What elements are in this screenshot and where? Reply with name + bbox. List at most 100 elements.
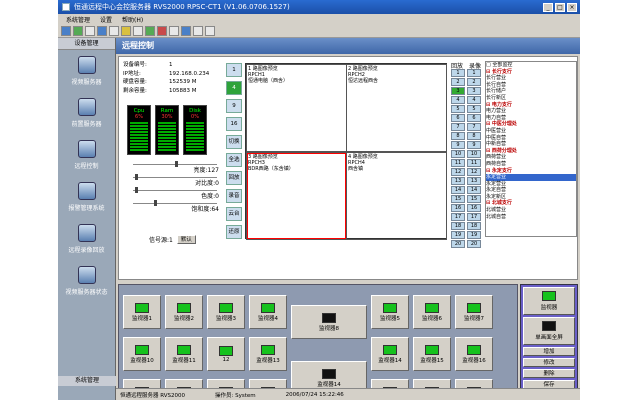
- add-button[interactable]: 增加: [523, 347, 575, 356]
- hue-slider[interactable]: 色度:0: [123, 187, 223, 200]
- playback-item[interactable]: 15: [451, 195, 465, 203]
- record-item[interactable]: 1: [467, 69, 481, 77]
- sidebar-item-remote-control[interactable]: 远程控制: [58, 134, 115, 176]
- playback-item[interactable]: 13: [451, 177, 465, 185]
- tree-node[interactable]: 西荷营业: [486, 154, 576, 161]
- default-button[interactable]: 默认: [176, 235, 196, 244]
- menu-help[interactable]: 帮助(H): [122, 15, 143, 24]
- toolbar-lock-icon[interactable]: [193, 25, 203, 36]
- record-item[interactable]: 7: [467, 123, 481, 131]
- toolbar-alarm-icon[interactable]: [121, 25, 131, 36]
- layout-button[interactable]: 录音: [226, 189, 242, 203]
- single-fullscreen-button[interactable]: 单画面全屏: [523, 317, 575, 345]
- video-quadrant[interactable]: 3 路图像预览 RPCH3 BDR西路（东含镇）: [246, 152, 347, 240]
- record-item[interactable]: 11: [467, 159, 481, 167]
- toolbar-save-icon[interactable]: [85, 25, 95, 36]
- tree-node[interactable]: ⊟ 中医分理处: [486, 121, 576, 128]
- toolbar-print-icon[interactable]: [109, 25, 119, 36]
- layout-button[interactable]: 9: [226, 99, 242, 113]
- tree-node[interactable]: 中医营业: [486, 128, 576, 135]
- record-item[interactable]: 12: [467, 168, 481, 176]
- layout-button[interactable]: 1: [226, 63, 242, 77]
- video-quadrant[interactable]: 1 路图像预览 RPCH1 恒通电脑（西含）: [246, 64, 347, 152]
- toolbar-help-icon[interactable]: [205, 25, 215, 36]
- record-item[interactable]: 20: [467, 240, 481, 248]
- monitor-tile[interactable]: 12: [207, 337, 245, 371]
- video-quadrant[interactable]: 2 路图像预览 RPCH2 恒达远程西含: [346, 64, 447, 152]
- record-item[interactable]: 8: [467, 132, 481, 140]
- monitor-tile[interactable]: 监视器2: [165, 295, 203, 329]
- monitor-tile[interactable]: 监视器3: [207, 295, 245, 329]
- toolbar-stop-icon[interactable]: [157, 25, 167, 36]
- tree-node[interactable]: 长行新区: [486, 95, 576, 102]
- record-item[interactable]: 4: [467, 96, 481, 104]
- record-item[interactable]: 17: [467, 213, 481, 221]
- playback-item[interactable]: 12: [451, 168, 465, 176]
- tree-node[interactable]: 电力营业: [486, 108, 576, 115]
- record-item[interactable]: 6: [467, 114, 481, 122]
- record-item[interactable]: 16: [467, 204, 481, 212]
- monitor-tile[interactable]: 监视器8: [291, 305, 367, 339]
- toolbar-ptz-icon[interactable]: [145, 25, 155, 36]
- tree-node[interactable]: 长行储户: [486, 88, 576, 95]
- brightness-slider[interactable]: 亮度:127: [123, 161, 223, 174]
- tree-node[interactable]: 中新自营: [486, 141, 576, 148]
- tree-node[interactable]: 永定自营: [486, 187, 576, 194]
- close-button[interactable]: ×: [567, 2, 577, 12]
- sidebar-item-front-server[interactable]: 前置服务器: [58, 92, 115, 134]
- playback-item[interactable]: 8: [451, 132, 465, 140]
- playback-item[interactable]: 10: [451, 150, 465, 158]
- record-item[interactable]: 18: [467, 222, 481, 230]
- record-item[interactable]: 15: [467, 195, 481, 203]
- record-item[interactable]: 9: [467, 141, 481, 149]
- layout-button[interactable]: 云台: [226, 207, 242, 221]
- menu-settings[interactable]: 设置: [100, 15, 112, 24]
- playback-item[interactable]: 16: [451, 204, 465, 212]
- record-item[interactable]: 10: [467, 150, 481, 158]
- monitor-tile[interactable]: 监视器10: [123, 337, 161, 371]
- record-item[interactable]: 13: [467, 177, 481, 185]
- maximize-button[interactable]: □: [555, 2, 565, 12]
- playback-item[interactable]: 18: [451, 222, 465, 230]
- monitor-tile[interactable]: 监视器11: [165, 337, 203, 371]
- layout-button[interactable]: 还原: [226, 225, 242, 239]
- playback-item[interactable]: 14: [451, 186, 465, 194]
- monitor-tile[interactable]: 监视器5: [371, 295, 409, 329]
- layout-button[interactable]: 4: [226, 81, 242, 95]
- tree-node[interactable]: 永定营业: [486, 174, 576, 181]
- menu-system[interactable]: 系统管理: [66, 15, 90, 24]
- sidebar-item-playback[interactable]: 远程录像回放: [58, 218, 115, 260]
- tree-node[interactable]: 长行营业: [486, 75, 576, 82]
- layout-button[interactable]: 全选: [226, 153, 242, 167]
- playback-item[interactable]: 7: [451, 123, 465, 131]
- playback-item[interactable]: 9: [451, 141, 465, 149]
- tree-node[interactable]: 北城自营: [486, 214, 576, 221]
- monitor-tile[interactable]: 监视器13: [249, 337, 287, 371]
- layout-button[interactable]: 16: [226, 117, 242, 131]
- sidebar-item-alarm[interactable]: 报警管理系统: [58, 176, 115, 218]
- playback-item[interactable]: 1: [451, 69, 465, 77]
- layout-button[interactable]: 回放: [226, 171, 242, 185]
- monitor-tile[interactable]: 监视器6: [413, 295, 451, 329]
- layout-button[interactable]: 切换: [226, 135, 242, 149]
- tree-node[interactable]: 北城营业: [486, 207, 576, 214]
- tree-node[interactable]: □ 全部监控: [486, 62, 576, 69]
- toolbar-search-icon[interactable]: [169, 25, 179, 36]
- record-item[interactable]: 19: [467, 231, 481, 239]
- monitor-tile[interactable]: 监视器16: [455, 337, 493, 371]
- delete-button[interactable]: 删除: [523, 369, 575, 378]
- monitor-tile[interactable]: 监视器4: [249, 295, 287, 329]
- playback-item[interactable]: 20: [451, 240, 465, 248]
- playback-item[interactable]: 4: [451, 96, 465, 104]
- edit-button[interactable]: 修改: [523, 358, 575, 367]
- video-quadrant[interactable]: 4 路图像预览 RPCH4 西含镇: [346, 152, 447, 240]
- toolbar-monitor-icon[interactable]: [61, 25, 71, 36]
- playback-item[interactable]: 17: [451, 213, 465, 221]
- toolbar-play-icon[interactable]: [73, 25, 83, 36]
- playback-item[interactable]: 19: [451, 231, 465, 239]
- record-item[interactable]: 3: [467, 87, 481, 95]
- record-item[interactable]: 2: [467, 78, 481, 86]
- monitor-tile[interactable]: 监视器14: [371, 337, 409, 371]
- contrast-slider[interactable]: 对比度:0: [123, 174, 223, 187]
- playback-item[interactable]: 6: [451, 114, 465, 122]
